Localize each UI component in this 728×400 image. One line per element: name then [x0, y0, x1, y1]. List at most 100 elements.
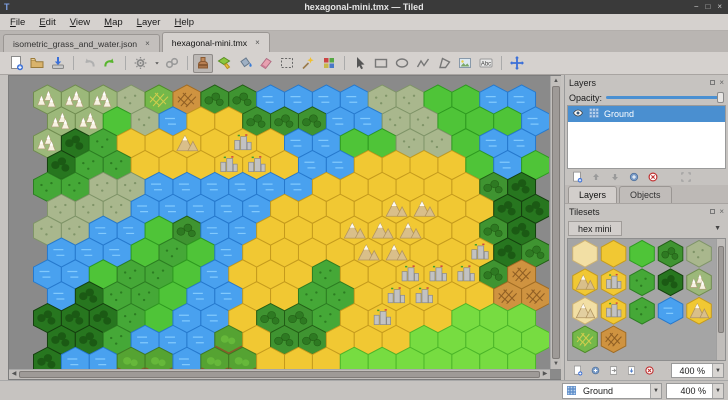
link-icon[interactable]	[162, 54, 182, 73]
menu-file[interactable]: File	[4, 16, 31, 29]
map-canvas[interactable]: ▲ ▼ ◀ ▶	[8, 75, 561, 380]
palette-tile-grass[interactable]	[629, 296, 655, 325]
svg-text:Abc: Abc	[481, 61, 491, 67]
palette-scrollbar[interactable]	[716, 239, 725, 360]
palette-tile-light-sand[interactable]	[572, 239, 598, 268]
scroll-left-arrow[interactable]: ◀	[9, 370, 19, 379]
tileset-zoom-combo[interactable]: 400 % ▼	[671, 363, 724, 378]
layer-list[interactable]: Ground	[567, 105, 726, 169]
palette-tile-sage[interactable]	[686, 239, 712, 268]
text-object-icon[interactable]: Abc	[476, 54, 496, 73]
opacity-slider-thumb[interactable]	[717, 92, 724, 103]
dropdown-arrow-icon[interactable]: ▼	[712, 364, 723, 377]
tileset-new-file-icon[interactable]	[569, 364, 585, 378]
layer-arrow-down-icon[interactable]	[607, 170, 623, 184]
eraser-icon[interactable]	[256, 54, 276, 73]
hex-map[interactable]	[33, 84, 549, 372]
snap-settings-icon[interactable]	[131, 54, 151, 73]
tileset-duplicate-icon[interactable]	[587, 364, 603, 378]
menu-view[interactable]: View	[64, 16, 96, 29]
palette-tile-grass[interactable]	[629, 268, 655, 297]
tab-close-icon[interactable]: ×	[145, 39, 150, 48]
palette-tile-dune-mountain[interactable]	[572, 296, 598, 325]
palette-tile-sand-mountain[interactable]	[572, 268, 598, 297]
visibility-eye-icon[interactable]	[572, 107, 584, 121]
polyline-object-icon[interactable]	[413, 54, 433, 73]
tab-close-icon[interactable]: ×	[255, 38, 260, 47]
palette-tile-water[interactable]	[657, 296, 684, 325]
close-panel-icon[interactable]: ×	[719, 207, 724, 216]
tileset-tab-dropdown-icon[interactable]: ▼	[714, 225, 725, 232]
tilesets-panel-title: Tilesets ×	[565, 204, 728, 219]
layer-arrow-up-icon[interactable]	[588, 170, 604, 184]
current-layer-combo[interactable]: Ground ▼	[562, 382, 662, 399]
panel-tab-layers[interactable]: Layers	[568, 186, 618, 203]
menu-map[interactable]: Map	[98, 16, 129, 29]
document-tab-0[interactable]: isometric_grass_and_water.json ×	[3, 34, 160, 52]
minimize-button[interactable]: −	[694, 0, 699, 14]
layer-row-ground[interactable]: Ground	[568, 106, 725, 122]
scroll-down-arrow[interactable]: ▼	[551, 359, 561, 369]
menu-help[interactable]: Help	[168, 16, 200, 29]
tile-picker-icon[interactable]	[319, 54, 339, 73]
ellipse-object-icon[interactable]	[392, 54, 412, 73]
stamp-brush-icon[interactable]	[193, 53, 213, 73]
palette-tile-castle[interactable]	[600, 296, 627, 325]
redo-icon[interactable]	[100, 54, 120, 73]
layer-new-file-icon[interactable]	[569, 170, 585, 184]
magic-wand-icon[interactable]	[298, 54, 318, 73]
select-object-icon[interactable]	[350, 54, 370, 73]
palette-tile-forest[interactable]	[657, 268, 684, 297]
float-panel-icon[interactable]	[710, 209, 716, 214]
tileset-tab-hex-mini[interactable]: hex mini	[568, 221, 622, 236]
polygon-object-icon[interactable]	[434, 54, 454, 73]
palette-tile-castle[interactable]	[600, 268, 627, 297]
menu-edit[interactable]: Edit	[33, 16, 61, 29]
close-button[interactable]: ×	[717, 0, 722, 14]
tileset-export-icon[interactable]	[623, 364, 639, 378]
zoom-combo[interactable]: 400 % ▼	[666, 382, 724, 399]
layer-duplicate-icon[interactable]	[626, 170, 642, 184]
layer-remove-icon[interactable]	[645, 170, 661, 184]
palette-tile-sand-mountain[interactable]	[686, 296, 712, 325]
palette-scroll-thumb[interactable]	[718, 246, 724, 334]
rect-select-icon[interactable]	[277, 54, 297, 73]
caret-icon[interactable]	[152, 54, 161, 73]
menu-layer[interactable]: Layer	[131, 16, 167, 29]
document-tab-1[interactable]: hexagonal-mini.tmx ×	[161, 32, 270, 52]
palette-tile-farm-green[interactable]	[572, 325, 598, 354]
undo-icon[interactable]	[79, 54, 99, 73]
map-vertical-scrollbar[interactable]: ▲ ▼	[550, 76, 561, 369]
float-panel-icon[interactable]	[710, 80, 716, 85]
rect-object-icon[interactable]	[371, 54, 391, 73]
dropdown-arrow-icon[interactable]: ▼	[650, 383, 661, 398]
tileset-remove-icon[interactable]	[641, 364, 657, 378]
tile-object-icon[interactable]	[455, 54, 475, 73]
palette-tile-dark-bumpy[interactable]	[657, 239, 684, 268]
palette-tile-sand[interactable]	[600, 239, 627, 268]
vertical-scroll-thumb[interactable]	[552, 86, 560, 359]
horizontal-scroll-thumb[interactable]	[19, 371, 540, 378]
maximize-button[interactable]: □	[705, 0, 710, 14]
opacity-slider[interactable]	[606, 92, 724, 103]
current-layer-value: Ground	[583, 385, 614, 396]
tileset-embed-icon[interactable]	[605, 364, 621, 378]
scroll-up-arrow[interactable]: ▲	[551, 76, 561, 86]
close-panel-icon[interactable]: ×	[719, 78, 724, 87]
palette-tile-farm-orange[interactable]	[600, 325, 627, 354]
dropdown-arrow-icon[interactable]: ▼	[712, 383, 723, 398]
terrain-brush-icon[interactable]	[214, 54, 234, 73]
save-icon[interactable]	[48, 54, 68, 73]
bucket-fill-icon[interactable]	[235, 54, 255, 73]
map-horizontal-scrollbar[interactable]: ◀ ▶	[9, 369, 550, 379]
move-view-icon[interactable]	[507, 54, 527, 73]
palette-tiles[interactable]	[570, 239, 718, 355]
layer-highlight-icon[interactable]	[678, 170, 694, 184]
palette-tile-green[interactable]	[629, 239, 655, 268]
panel-tab-objects[interactable]: Objects	[619, 186, 672, 203]
open-file-icon[interactable]	[27, 54, 47, 73]
scroll-right-arrow[interactable]: ▶	[540, 370, 550, 379]
new-file-icon[interactable]	[6, 54, 26, 73]
palette-tile-snow-trees[interactable]	[686, 268, 712, 297]
tileset-palette[interactable]	[567, 238, 726, 361]
